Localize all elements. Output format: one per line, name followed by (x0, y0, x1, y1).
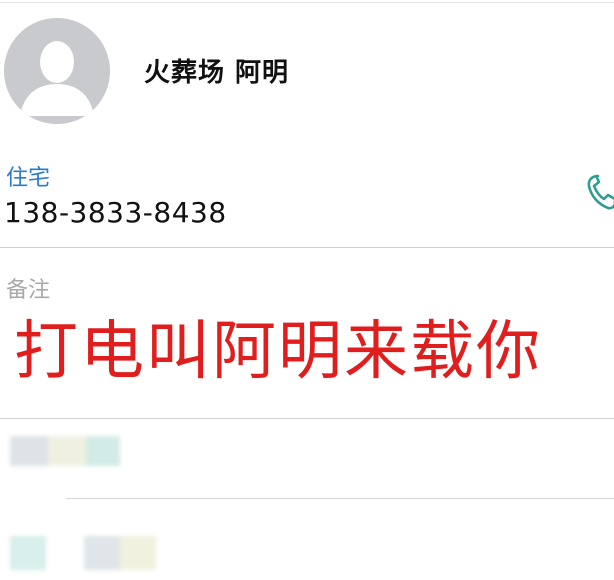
blurred-content (10, 436, 120, 466)
blurred-content (10, 536, 156, 570)
contact-name: 火葬场 阿明 (144, 58, 290, 88)
notes-text[interactable]: 打电叫阿明来载你 (14, 320, 542, 384)
section-divider (0, 418, 614, 419)
person-silhouette-icon (4, 18, 110, 124)
avatar[interactable] (4, 18, 110, 124)
phone-icon[interactable] (584, 170, 614, 214)
notes-label: 备注 (6, 278, 51, 303)
phone-type-label: 住宅 (6, 166, 51, 191)
top-divider (0, 2, 614, 3)
phone-number[interactable]: 138-3833-8438 (4, 196, 227, 229)
section-divider (0, 247, 614, 248)
section-divider (66, 498, 614, 499)
